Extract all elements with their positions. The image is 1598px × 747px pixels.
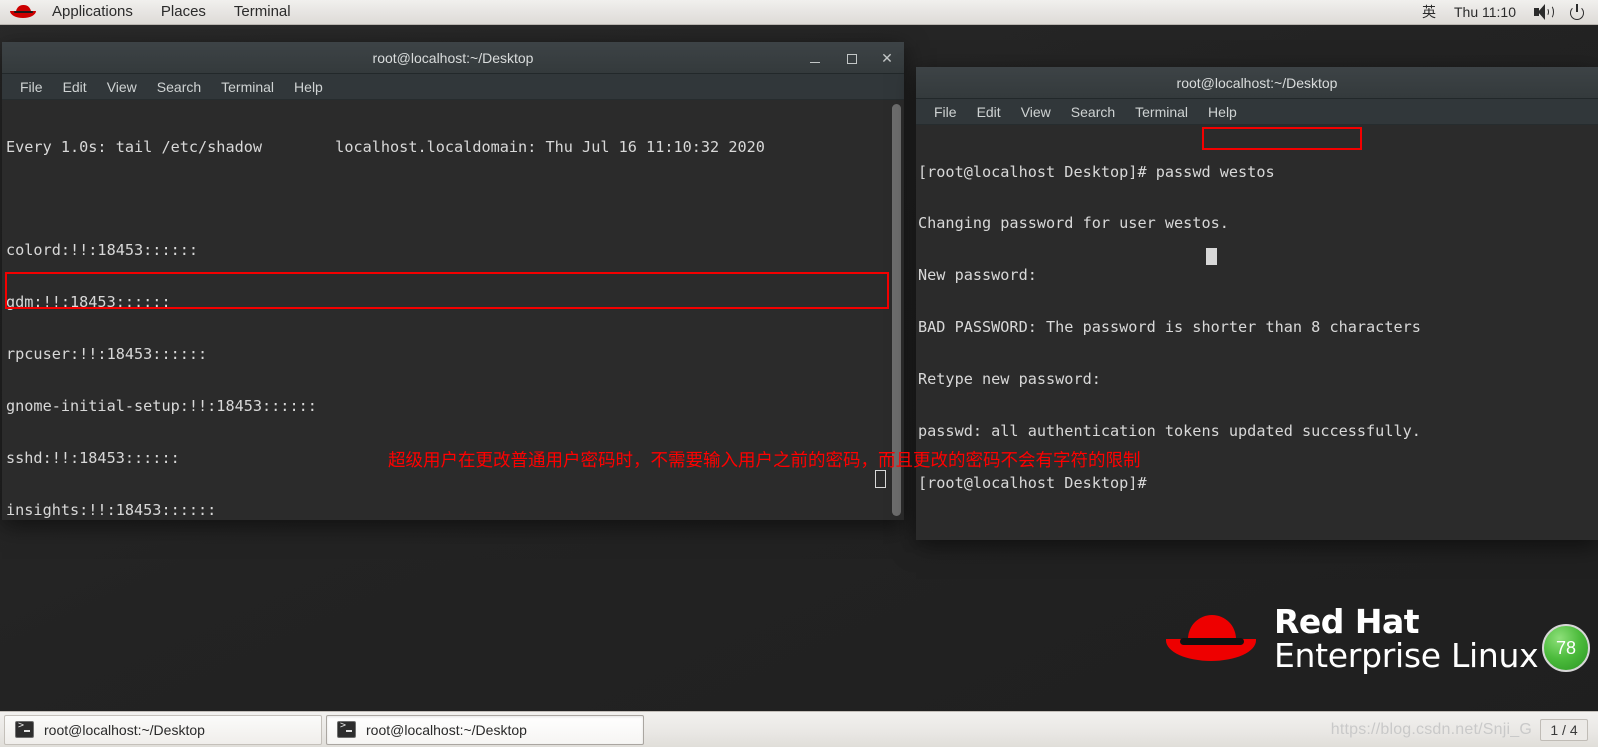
terminal-icon bbox=[15, 720, 34, 738]
rhel-logo-line2: Enterprise Linux bbox=[1274, 636, 1539, 676]
taskbar-item-terminal-1[interactable]: root@localhost:~/Desktop bbox=[4, 714, 322, 745]
top-panel: Applications Places Terminal 英 Thu 11:10 bbox=[0, 0, 1598, 25]
passwd-command-line: [root@localhost Desktop]# passwd westos bbox=[918, 162, 1598, 181]
left-terminal-title: root@localhost:~/Desktop bbox=[372, 49, 534, 66]
shadow-entry-line: rpcuser:!!:18453:::::: bbox=[6, 345, 208, 364]
redhat-fedora-icon bbox=[1166, 613, 1256, 665]
right-menu-file[interactable]: File bbox=[924, 100, 967, 124]
left-menu-search[interactable]: Search bbox=[147, 75, 211, 99]
left-terminal-menubar: File Edit View Search Terminal Help bbox=[2, 74, 904, 100]
output-line: Changing password for user westos. bbox=[918, 214, 1229, 233]
input-method-indicator[interactable]: 英 bbox=[1422, 2, 1436, 22]
output-line: New password: bbox=[918, 266, 1037, 285]
workspace-indicator[interactable]: 1 / 4 bbox=[1540, 718, 1588, 741]
terminal-cursor bbox=[875, 470, 886, 488]
right-terminal-menubar: File Edit View Search Terminal Help bbox=[916, 99, 1598, 125]
green-status-badge[interactable]: 78 bbox=[1542, 624, 1590, 672]
shadow-entry-line: gnome-initial-setup:!!:18453:::::: bbox=[6, 397, 317, 416]
system-tray: 英 Thu 11:10 bbox=[1422, 2, 1598, 22]
right-menu-help[interactable]: Help bbox=[1198, 100, 1247, 124]
volume-icon[interactable] bbox=[1534, 4, 1554, 20]
right-menu-edit[interactable]: Edit bbox=[967, 100, 1011, 124]
maximize-icon[interactable] bbox=[844, 51, 858, 65]
right-menu-search[interactable]: Search bbox=[1061, 100, 1125, 124]
output-line: Retype new password: bbox=[918, 370, 1101, 389]
right-menu-view[interactable]: View bbox=[1011, 100, 1061, 124]
left-menu-view[interactable]: View bbox=[97, 75, 147, 99]
terminal-cursor bbox=[1206, 248, 1217, 265]
command-passwd-westos: passwd westos bbox=[1155, 162, 1275, 181]
watermark-text: https://blog.csdn.net/Snji_G bbox=[1330, 720, 1532, 738]
taskbar-item-terminal-2[interactable]: root@localhost:~/Desktop bbox=[326, 714, 644, 745]
prompt-prefix: [root@localhost Desktop]# bbox=[918, 162, 1156, 181]
shadow-entry-line: gdm:!!:18453:::::: bbox=[6, 293, 171, 312]
right-menu-terminal[interactable]: Terminal bbox=[1125, 100, 1198, 124]
output-line: BAD PASSWORD: The password is shorter th… bbox=[918, 318, 1421, 337]
menu-places[interactable]: Places bbox=[147, 0, 220, 25]
power-icon[interactable] bbox=[1570, 4, 1586, 20]
rhel-logo-line1: Red Hat bbox=[1274, 602, 1420, 641]
right-terminal-titlebar[interactable]: root@localhost:~/Desktop bbox=[916, 67, 1598, 99]
clock[interactable]: Thu 11:10 bbox=[1454, 4, 1516, 20]
final-prompt-line: [root@localhost Desktop]# bbox=[918, 473, 1156, 492]
taskbar: root@localhost:~/Desktop root@localhost:… bbox=[0, 711, 1598, 747]
taskbar-item-label: root@localhost:~/Desktop bbox=[366, 721, 527, 738]
taskbar-right-area: https://blog.csdn.net/Snji_G 1 / 4 bbox=[1330, 718, 1598, 741]
right-terminal-output[interactable]: [root@localhost Desktop]# passwd westos … bbox=[916, 125, 1598, 540]
taskbar-item-label: root@localhost:~/Desktop bbox=[44, 721, 205, 738]
menu-applications[interactable]: Applications bbox=[38, 0, 147, 25]
right-terminal-title: root@localhost:~/Desktop bbox=[1176, 74, 1338, 91]
left-menu-file[interactable]: File bbox=[10, 75, 53, 99]
minimize-icon[interactable] bbox=[808, 51, 822, 65]
redhat-logo-icon bbox=[10, 5, 36, 19]
shadow-entry-line: colord:!!:18453:::::: bbox=[6, 241, 199, 260]
annotation-text: 超级用户在更改普通用户密码时，不需要输入用户之前的密码，而且更改的密码不会有字符… bbox=[388, 451, 1141, 471]
output-line: passwd: all authentication tokens update… bbox=[918, 422, 1421, 441]
watch-header-line: Every 1.0s: tail /etc/shadow localhost.l… bbox=[6, 137, 765, 156]
menu-terminal[interactable]: Terminal bbox=[220, 0, 305, 25]
rhel-desktop-logo: Red Hat Enterprise Linux bbox=[1166, 602, 1539, 676]
left-menu-terminal[interactable]: Terminal bbox=[211, 75, 284, 99]
left-terminal-window-controls: ✕ bbox=[808, 42, 894, 74]
left-menu-help[interactable]: Help bbox=[284, 75, 333, 99]
shadow-entry-line: insights:!!:18453:::::: bbox=[6, 500, 217, 519]
left-menu-edit[interactable]: Edit bbox=[53, 75, 97, 99]
close-icon[interactable]: ✕ bbox=[880, 51, 894, 65]
left-terminal-titlebar[interactable]: root@localhost:~/Desktop ✕ bbox=[2, 42, 904, 74]
terminal-icon bbox=[337, 720, 356, 738]
